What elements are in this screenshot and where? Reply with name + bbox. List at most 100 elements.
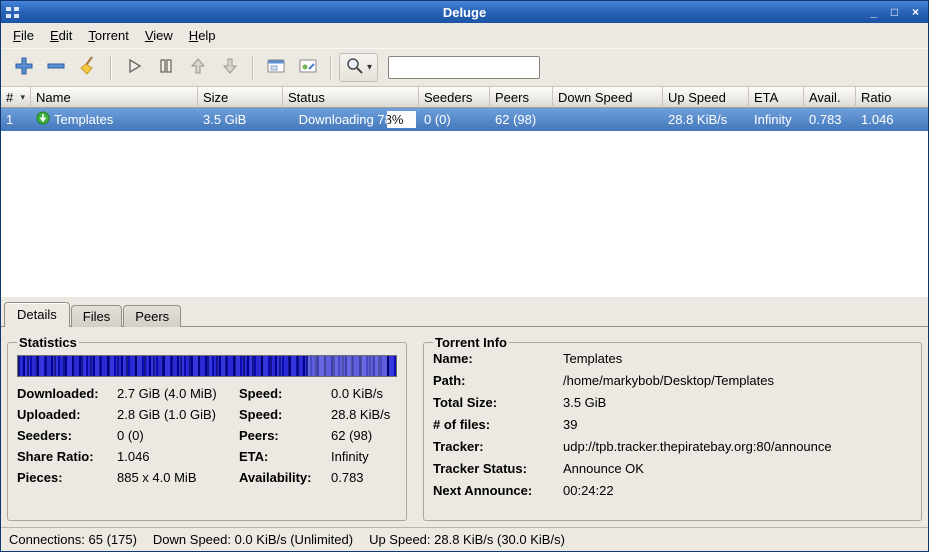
info-value: /home/markybob/Desktop/Templates	[563, 373, 912, 388]
column-header-name[interactable]: Name	[31, 87, 198, 108]
cell-avail: 0.783	[804, 108, 856, 131]
info-value: Announce OK	[563, 461, 912, 476]
tab-details[interactable]: Details	[4, 302, 70, 327]
deluge-window: Deluge _ □ × File Edit Torrent View Help	[0, 0, 929, 552]
info-label: Name:	[433, 351, 563, 366]
statusbar-up-speed: Up Speed: 28.8 KiB/s (30.0 KiB/s)	[369, 532, 565, 547]
tab-files[interactable]: Files	[71, 305, 122, 327]
toolbar-separator	[252, 56, 254, 80]
stat-label: Share Ratio:	[17, 449, 117, 464]
stat-value: 2.8 GiB (1.0 GiB)	[117, 407, 239, 422]
stat-value: 0.0 KiB/s	[331, 386, 397, 401]
info-value: 00:24:22	[563, 483, 912, 498]
stat-label: Peers:	[239, 428, 331, 443]
column-header-num[interactable]: # ▾	[1, 87, 31, 108]
downloading-state-icon	[36, 111, 50, 128]
menubar: File Edit Torrent View Help	[1, 23, 928, 48]
connection-manager-button[interactable]	[293, 54, 323, 82]
cell-size: 3.5 GiB	[198, 108, 283, 131]
menu-torrent[interactable]: Torrent	[80, 24, 136, 47]
pause-icon	[155, 55, 177, 80]
down-arrow-icon	[219, 55, 241, 80]
plus-icon	[13, 55, 35, 80]
column-header-status[interactable]: Status	[283, 87, 419, 108]
app-icon	[6, 7, 19, 18]
titlebar[interactable]: Deluge _ □ ×	[1, 1, 928, 23]
stat-label: Seeders:	[17, 428, 117, 443]
stat-label: ETA:	[239, 449, 331, 464]
info-label: # of files:	[433, 417, 563, 432]
toolbar: ▾	[1, 48, 928, 87]
toolbar-separator	[330, 56, 332, 80]
remove-torrent-button[interactable]	[41, 54, 71, 82]
torrent-info-title: Torrent Info	[433, 335, 509, 350]
preferences-button[interactable]	[261, 54, 291, 82]
magnifier-icon	[345, 56, 365, 79]
info-label: Next Announce:	[433, 483, 563, 498]
queue-up-button[interactable]	[183, 54, 213, 82]
column-header-up-speed[interactable]: Up Speed	[663, 87, 749, 108]
queue-down-button[interactable]	[215, 54, 245, 82]
resume-button[interactable]	[119, 54, 149, 82]
stat-value: 28.8 KiB/s	[331, 407, 397, 422]
torrent-row-selected[interactable]: 1 Templates 3.5 GiB Downloading 78% Down…	[1, 108, 928, 131]
column-header-peers[interactable]: Peers	[490, 87, 553, 108]
details-tabs: Details Files Peers	[1, 302, 928, 326]
status-progressbar: Downloading 78% Downloading 78%	[286, 110, 416, 129]
torrent-list[interactable]: 1 Templates 3.5 GiB Downloading 78% Down…	[1, 108, 928, 297]
close-button[interactable]: ×	[907, 4, 924, 20]
cell-peers: 62 (98)	[490, 108, 553, 131]
info-label: Total Size:	[433, 395, 563, 410]
column-header-down-speed[interactable]: Down Speed	[553, 87, 663, 108]
search-filter-button[interactable]: ▾	[339, 53, 378, 82]
connection-manager-icon	[297, 55, 319, 80]
maximize-button[interactable]: □	[886, 4, 903, 20]
menu-help[interactable]: Help	[181, 24, 224, 47]
torrent-info-grid: Name: Templates Path: /home/markybob/Des…	[433, 351, 912, 498]
statistics-group: Statistics Downloaded: 2.7 GiB (4.0 MiB)…	[7, 335, 407, 521]
stat-value: 2.7 GiB (4.0 MiB)	[117, 386, 239, 401]
column-header-seeders[interactable]: Seeders	[419, 87, 490, 108]
info-value: udp://tpb.tracker.thepiratebay.org:80/an…	[563, 439, 912, 454]
column-header-avail[interactable]: Avail.	[804, 87, 856, 108]
clear-seeders-button[interactable]	[73, 54, 103, 82]
torrent-info-group: Torrent Info Name: Templates Path: /home…	[423, 335, 922, 521]
tab-peers[interactable]: Peers	[123, 305, 181, 327]
statistics-grid: Downloaded: 2.7 GiB (4.0 MiB) Speed: 0.0…	[17, 386, 397, 485]
stat-label: Speed:	[239, 386, 331, 401]
add-torrent-button[interactable]	[9, 54, 39, 82]
statusbar-down-speed: Down Speed: 0.0 KiB/s (Unlimited)	[153, 532, 353, 547]
cell-eta: Infinity	[749, 108, 804, 131]
stat-value: 62 (98)	[331, 428, 397, 443]
stat-label: Pieces:	[17, 470, 117, 485]
cell-name: Templates	[31, 108, 198, 131]
cell-status: Downloading 78% Downloading 78%	[283, 108, 419, 131]
stat-label: Speed:	[239, 407, 331, 422]
details-panel: Statistics Downloaded: 2.7 GiB (4.0 MiB)…	[1, 326, 928, 527]
info-value: 39	[563, 417, 912, 432]
window-title: Deluge	[1, 5, 928, 20]
search-input[interactable]	[388, 56, 540, 79]
column-header-size[interactable]: Size	[198, 87, 283, 108]
pieces-bar	[17, 355, 397, 377]
statusbar: Connections: 65 (175) Down Speed: 0.0 Ki…	[1, 527, 928, 551]
stat-label: Uploaded:	[17, 407, 117, 422]
menu-view[interactable]: View	[137, 24, 181, 47]
toolbar-separator	[110, 56, 112, 80]
column-header-eta[interactable]: ETA	[749, 87, 804, 108]
pause-button[interactable]	[151, 54, 181, 82]
stat-label: Availability:	[239, 470, 331, 485]
column-chooser-icon[interactable]: ▾	[20, 92, 25, 103]
column-header-ratio[interactable]: Ratio	[856, 87, 928, 108]
stat-value: 0 (0)	[117, 428, 239, 443]
menu-edit[interactable]: Edit	[42, 24, 80, 47]
minimize-button[interactable]: _	[865, 4, 882, 20]
stat-label: Downloaded:	[17, 386, 117, 401]
cell-ratio: 1.046	[856, 108, 928, 131]
stat-value: 1.046	[117, 449, 239, 464]
stat-value: 885 x 4.0 MiB	[117, 470, 239, 485]
info-value: 3.5 GiB	[563, 395, 912, 410]
menu-file[interactable]: File	[5, 24, 42, 47]
statistics-title: Statistics	[17, 335, 79, 350]
broom-icon	[77, 55, 99, 80]
